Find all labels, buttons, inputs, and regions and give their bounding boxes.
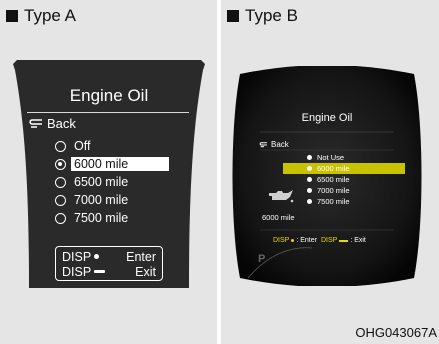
type-b-option[interactable]: 7000 mile [307,185,405,196]
type-b-back-item[interactable]: Back [259,140,289,149]
back-arrow-icon [29,118,42,128]
type-a-option-label: Off [74,139,91,153]
type-b-current-value: 6000 mile [262,213,295,222]
radio-icon [55,194,66,206]
type-a-option-list: Off 6000 mile 6500 mile 7000 mile 7500 m… [55,137,169,227]
disp-key-label: DISP [320,237,338,244]
dot-button-icon [94,254,100,259]
radio-icon [55,176,66,188]
option-dot-icon [307,188,312,193]
type-a-option-label: 6000 mile [71,157,169,171]
type-a-option-label: 7000 mile [74,193,129,207]
square-bullet-icon [227,10,239,22]
option-dot-icon [307,177,312,182]
type-b-option-label: 6000 mile [317,164,350,173]
type-a-option[interactable]: 7000 mile [55,191,169,209]
type-b-label: Type B [245,6,298,25]
type-b-option[interactable]: Not Use [307,152,405,163]
type-b-back-label: Back [271,140,289,149]
type-a-disp-legend: DISP Enter DISP Exit [55,246,163,281]
option-dot-icon [307,166,312,171]
type-a-option-selected[interactable]: 6000 mile [55,155,169,173]
disp-key-label: DISP [62,264,92,279]
type-a-back-label: Back [47,116,76,131]
type-a-option-label: 6500 mile [74,175,129,189]
disp-enter-action: : Enter [296,237,317,244]
disp-key-label: DISP [273,237,290,244]
type-a-option[interactable]: 6500 mile [55,173,169,191]
dash-button-icon [339,239,349,242]
type-a-disp-enter-row: DISP Enter [62,249,156,264]
type-a-title: Engine Oil [69,86,149,105]
figure-reference-code: OHG043067A [355,325,437,340]
back-arrow-icon [259,141,267,147]
square-bullet-icon [6,10,18,22]
type-a-option[interactable]: Off [55,137,169,155]
type-a-disp-exit-row: DISP Exit [62,264,156,279]
type-b-option[interactable]: 7500 mile [307,196,405,207]
radio-selected-icon [55,158,66,170]
dash-button-icon [94,270,106,273]
type-b-option[interactable]: 6500 mile [307,174,405,185]
type-b-option-label: Not Use [317,153,345,162]
oil-can-icon [269,190,294,203]
type-a-title-separator [27,112,189,113]
type-b-title: Engine Oil [301,112,353,124]
disp-exit-action: : Exit [350,237,366,244]
radio-icon [55,212,66,224]
gear-indicator: P [258,253,266,265]
radio-icon [55,140,66,152]
type-b-disp-legend: DISP : Enter DISP : Exit [273,237,366,244]
disp-enter-action: Enter [126,249,156,264]
type-a-display: Engine Oil Back Off 6000 mile 6500 mile … [11,60,207,288]
type-b-option-label: 7500 mile [317,197,350,206]
type-b-option-label: 6500 mile [317,175,350,184]
disp-key-label: DISP [62,249,92,264]
type-b-heading: Type B [227,6,298,26]
type-b-option-label: 7000 mile [317,186,350,195]
option-dot-icon [307,199,312,204]
type-a-option-label: 7500 mile [74,211,129,225]
type-b-option-list: Not Use 6000 mile 6500 mile 7000 mile 75… [283,152,405,207]
type-a-back-item[interactable]: Back [28,116,76,131]
type-a-option[interactable]: 7500 mile [55,209,169,227]
type-b-option-selected[interactable]: 6000 mile [283,163,405,174]
type-a-heading: Type A [6,6,76,26]
option-dot-icon [307,155,312,160]
type-a-label: Type A [24,6,76,25]
dot-button-icon [291,239,295,242]
type-b-display: Engine Oil Back 6000 mile Not Use 6000 m… [228,66,426,286]
disp-exit-action: Exit [135,264,156,279]
